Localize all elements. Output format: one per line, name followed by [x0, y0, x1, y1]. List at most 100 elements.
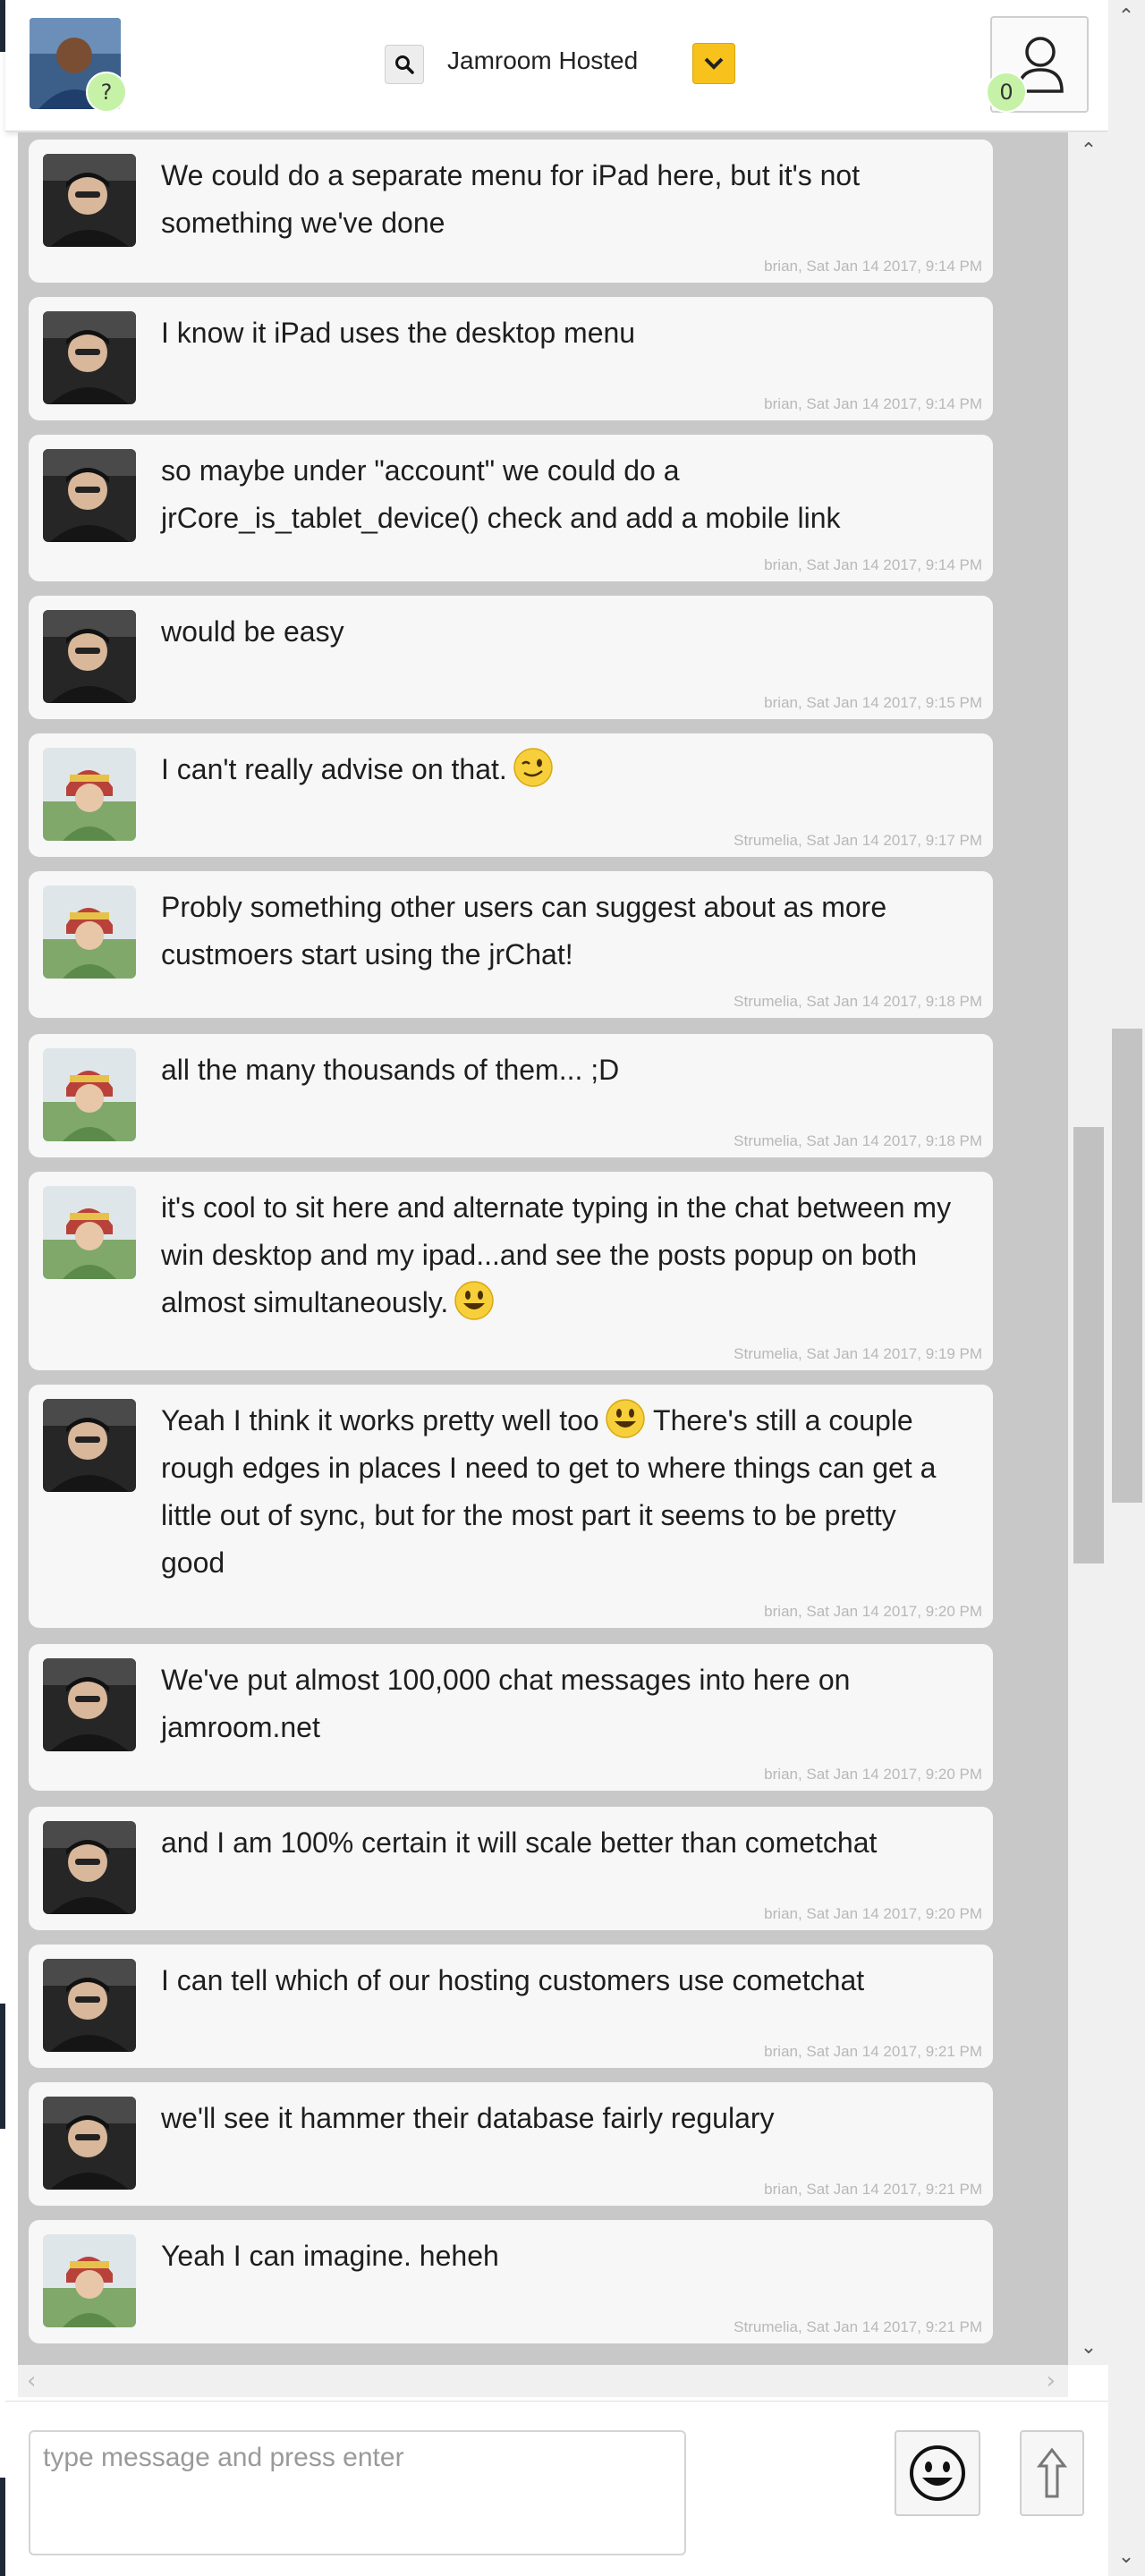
page-scrollbar-thumb[interactable] [1112, 1029, 1142, 1503]
message-text: all the many thousands of them... ;D [161, 1046, 966, 1094]
scrollbar-thumb[interactable] [1073, 1127, 1104, 1563]
message-meta: brian, Sat Jan 14 2017, 9:14 PM [764, 395, 982, 412]
message-text: it's cool to sit here and alternate typi… [161, 1184, 966, 1326]
message-meta: brian, Sat Jan 14 2017, 9:14 PM [764, 556, 982, 573]
chat-message[interactable]: Yeah I think it works pretty well too Th… [29, 1385, 993, 1628]
chat-message[interactable]: I can tell which of our hosting customer… [29, 1945, 993, 2068]
message-text-part: and I am 100% certain it will scale bett… [161, 1826, 878, 1859]
page-scrollbar[interactable]: ⌃ ⌄ [1108, 0, 1145, 2576]
message-meta: Strumelia, Sat Jan 14 2017, 9:18 PM [734, 1132, 982, 1149]
upload-button[interactable] [1020, 2430, 1084, 2516]
message-avatar[interactable] [43, 610, 136, 703]
message-input[interactable] [29, 2430, 686, 2555]
message-text-part: We've put almost 100,000 chat messages i… [161, 1664, 851, 1743]
message-meta: brian, Sat Jan 14 2017, 9:14 PM [764, 258, 982, 275]
chat-message[interactable]: we'll see it hammer their database fairl… [29, 2082, 993, 2206]
wink-emoji-icon [513, 748, 553, 787]
message-text-part: Probly something other users can suggest… [161, 891, 887, 970]
message-text: and I am 100% certain it will scale bett… [161, 1819, 966, 1867]
chat-message[interactable]: it's cool to sit here and alternate typi… [29, 1172, 993, 1370]
page-scroll-down-arrow[interactable]: ⌄ [1115, 2546, 1137, 2568]
message-text-part: I can tell which of our hosting customer… [161, 1964, 865, 1996]
message-text-part: so maybe under "account" we could do a j… [161, 454, 841, 534]
chevron-down-icon [704, 57, 724, 70]
users-online-count-badge: 0 [986, 72, 1027, 113]
message-avatar[interactable] [43, 1821, 136, 1914]
message-composer [5, 2401, 1108, 2576]
message-text-part: I can't really advise on that. [161, 753, 507, 785]
message-meta: brian, Sat Jan 14 2017, 9:15 PM [764, 694, 982, 711]
page-scroll-up-arrow[interactable]: ⌃ [1115, 5, 1137, 28]
message-avatar[interactable] [43, 2234, 136, 2327]
message-avatar[interactable] [43, 2097, 136, 2190]
message-meta: brian, Sat Jan 14 2017, 9:20 PM [764, 1766, 982, 1783]
message-text: Yeah I think it works pretty well too Th… [161, 1397, 966, 1587]
message-meta: brian, Sat Jan 14 2017, 9:20 PM [764, 1603, 982, 1620]
chat-message[interactable]: would be easy brian, Sat Jan 14 2017, 9:1… [29, 596, 993, 719]
chat-message[interactable]: so maybe under "account" we could do a j… [29, 435, 993, 581]
message-text-part: would be easy [161, 615, 344, 648]
chat-message[interactable]: and I am 100% certain it will scale bett… [29, 1807, 993, 1930]
chat-message[interactable]: Yeah I can imagine. heheh Strumelia, Sat … [29, 2220, 993, 2343]
message-meta: brian, Sat Jan 14 2017, 9:20 PM [764, 1905, 982, 1922]
arrow-up-icon [1036, 2447, 1068, 2498]
message-list-scrollbar[interactable]: ⌃ ⌄ [1068, 132, 1109, 2365]
scroll-right-arrow[interactable]: › [1047, 2369, 1056, 2393]
chat-panel: ? Jamroom Hosted 0 We could do a separat… [5, 0, 1109, 2576]
message-text: I know it iPad uses the desktop menu [161, 309, 966, 357]
message-text-part: we'll see it hammer their database fairl… [161, 2102, 775, 2134]
emoji-picker-button[interactable] [895, 2430, 980, 2516]
chat-message[interactable]: I can't really advise on that. Strumelia,… [29, 733, 993, 857]
page: ? Jamroom Hosted 0 We could do a separat… [0, 0, 1145, 2576]
chat-message[interactable]: We've put almost 100,000 chat messages i… [29, 1644, 993, 1791]
message-avatar[interactable] [43, 1186, 136, 1279]
message-meta: Strumelia, Sat Jan 14 2017, 9:17 PM [734, 832, 982, 849]
chat-header: ? Jamroom Hosted 0 [5, 0, 1108, 131]
chat-message[interactable]: all the many thousands of them... ;D Stru… [29, 1034, 993, 1157]
message-text-part: I know it iPad uses the desktop menu [161, 317, 636, 349]
message-text-part: Yeah I can imagine. heheh [161, 2240, 499, 2272]
grin-emoji-icon [605, 1399, 645, 1438]
message-text-part: it's cool to sit here and alternate typi… [161, 1191, 952, 1318]
message-text: I can tell which of our hosting customer… [161, 1957, 966, 2004]
room-title: Jamroom Hosted [447, 47, 639, 74]
message-meta: Strumelia, Sat Jan 14 2017, 9:18 PM [734, 993, 982, 1010]
message-text: Yeah I can imagine. heheh [161, 2233, 966, 2280]
message-avatar[interactable] [43, 1048, 136, 1141]
message-text-part: We could do a separate menu for iPad her… [161, 159, 861, 239]
message-text: would be easy [161, 608, 966, 656]
message-avatar[interactable] [43, 1658, 136, 1751]
search-button[interactable] [385, 45, 424, 84]
message-text-part: all the many thousands of them... ;D [161, 1054, 620, 1086]
message-avatar[interactable] [43, 1399, 136, 1492]
message-meta: brian, Sat Jan 14 2017, 9:21 PM [764, 2043, 982, 2060]
message-text: so maybe under "account" we could do a j… [161, 447, 966, 542]
smiley-icon [910, 2445, 965, 2501]
message-meta: Strumelia, Sat Jan 14 2017, 9:21 PM [734, 2318, 982, 2335]
message-avatar[interactable] [43, 449, 136, 542]
scroll-left-arrow[interactable]: ‹ [27, 2369, 36, 2393]
message-list[interactable]: We could do a separate menu for iPad her… [18, 132, 1068, 2365]
message-avatar[interactable] [43, 154, 136, 247]
chat-message[interactable]: We could do a separate menu for iPad her… [29, 140, 993, 283]
message-avatar[interactable] [43, 1959, 136, 2052]
message-avatar[interactable] [43, 748, 136, 841]
message-text: Probly something other users can suggest… [161, 884, 966, 979]
message-meta: Strumelia, Sat Jan 14 2017, 9:19 PM [734, 1345, 982, 1362]
search-icon [395, 55, 414, 74]
profile-help-badge[interactable]: ? [86, 72, 127, 113]
message-avatar[interactable] [43, 886, 136, 979]
scroll-up-arrow[interactable]: ⌃ [1079, 141, 1098, 161]
chat-message[interactable]: I know it iPad uses the desktop menu bria… [29, 297, 993, 420]
scroll-down-arrow[interactable]: ⌄ [1079, 2338, 1098, 2358]
horizontal-scrollbar[interactable]: ‹ › [18, 2365, 1068, 2397]
message-meta: brian, Sat Jan 14 2017, 9:21 PM [764, 2181, 982, 2198]
message-avatar[interactable] [43, 311, 136, 404]
message-text: We could do a separate menu for iPad her… [161, 152, 966, 247]
message-text-part: Yeah I think it works pretty well too [161, 1404, 599, 1436]
chat-message[interactable]: Probly something other users can suggest… [29, 871, 993, 1018]
message-text: We've put almost 100,000 chat messages i… [161, 1657, 966, 1751]
message-text: I can't really advise on that. [161, 746, 966, 793]
room-dropdown-button[interactable] [692, 43, 735, 84]
message-text: we'll see it hammer their database fairl… [161, 2095, 966, 2142]
